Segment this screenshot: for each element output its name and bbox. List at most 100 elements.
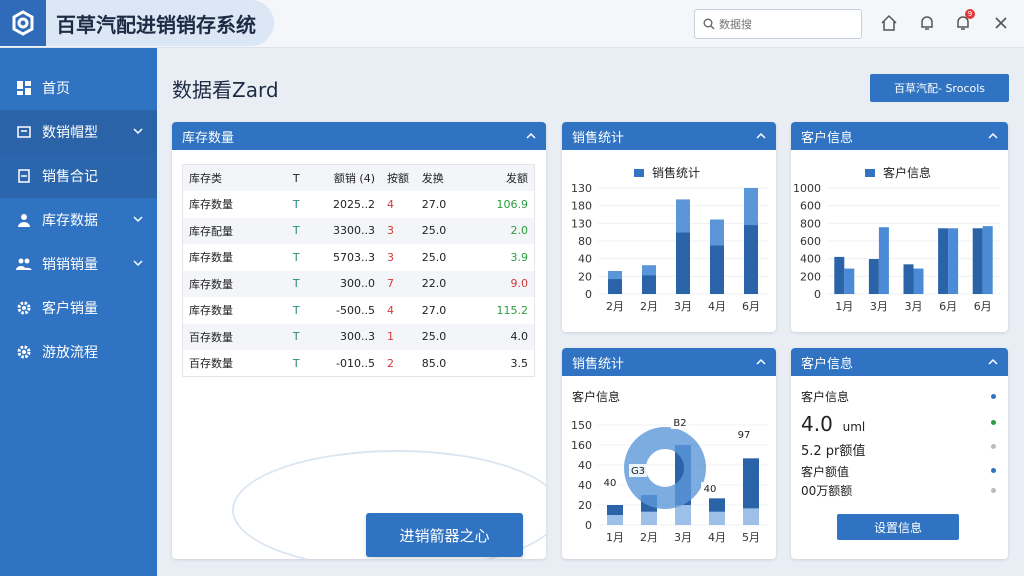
panel-title: 客户信息 [801,356,854,372]
sidebar-item-sales-record[interactable]: 销售合记 [0,154,157,198]
y-tick-label: 150 [571,419,592,432]
brand-button[interactable]: 百草汽配- Srocols [870,74,1009,102]
table-cell: 4 [386,303,394,317]
sidebar-item-customer[interactable]: 客户销量 [0,286,157,330]
table-cell: 5703..3 [332,250,375,264]
y-tick-label: 600 [800,200,821,213]
inventory-panel: 库存数量 库存类 T 额销 (4) 按额 发换 发额 库存数量 T 2025..2 4… [172,122,546,559]
col-header[interactable]: T [287,165,316,192]
center-action-button[interactable]: 进销箭器之心 [366,513,523,557]
x-tick-label: 2月 [640,531,658,544]
bar [878,227,889,294]
table-row[interactable]: 库存数量 T 2025..2 4 27.0 106.9 [183,191,535,218]
info-label: 客户信息 [801,390,850,404]
table-cell: 27.0 [421,197,447,211]
user-icon [16,212,32,228]
customer-info-panel-2: 客户信息 客户信息 4.0 uml 5.2 pr额值 客户额值 00万额额 设置… [791,348,1008,559]
data-label: 40 [704,484,717,495]
x-tick-label: 2月 [640,300,658,313]
table-cell: 27.0 [421,303,447,317]
table-cell: T [292,303,300,317]
x-tick-label: 5月 [742,531,760,544]
table-cell: 3 [386,250,394,264]
col-header[interactable]: 额销 (4) [316,165,381,192]
table-row[interactable]: 库存数量 T 300..0 7 22.0 9.0 [182,270,535,297]
sidebar-item-workflow[interactable]: 游放流程 [0,330,157,374]
page-title: 数据看Zard [172,78,279,102]
y-tick-label: 20 [578,499,592,512]
col-header[interactable]: 按额 [381,165,416,192]
y-tick-label: 20 [578,270,592,283]
table-row[interactable]: 库存数量 T 5703..3 3 25.0 3.9 [183,244,535,271]
x-tick-label: 4月 [708,531,726,544]
sidebar-item-label: 销销销量 [42,257,98,273]
table-row[interactable]: 库存配量 T 3300..3 3 25.0 2.0 [182,217,535,244]
table-cell: T [292,250,300,264]
table-cell: 25.0 [421,250,447,264]
table-cell: 2.0 [510,224,529,238]
col-header[interactable]: 发额 [475,165,534,192]
alert-bell-icon[interactable]: 9 [952,9,975,34]
col-header[interactable]: 发换 [416,165,475,192]
sidebar-item-label: 客户销量 [42,301,98,317]
data-label: B2 [673,418,686,429]
table-cell: 22.0 [421,277,447,291]
settings-icon [16,344,32,360]
sidebar-item-sales-volume[interactable]: 销销销量 [0,242,157,286]
chevron-down-icon [133,124,143,140]
sidebar-item-home[interactable]: 首页 [0,66,157,110]
table-cell: 库存数量 [189,277,233,291]
sidebar-item-label: 库存数据 [42,213,98,229]
sidebar-item-inventory[interactable]: 库存数据 [0,198,157,242]
table-cell: 25.0 [421,224,447,238]
data-label: 40 [604,478,617,489]
table-cell: 3300..3 [332,224,375,238]
y-tick-label: 180 [571,200,592,213]
y-tick-label: 200 [800,270,821,283]
chevron-up-icon[interactable] [756,130,766,145]
dashboard-icon [16,80,32,96]
folder-icon [16,124,32,140]
table-cell: 库存数量 [189,304,233,318]
chevron-up-icon[interactable] [756,356,766,371]
y-tick-label: 40 [578,253,592,266]
users-icon [16,256,32,272]
data-label: 97 [738,430,751,441]
table-row[interactable]: 百存数量 T 300..3 1 25.0 4.0 [182,323,535,350]
bar [675,505,691,525]
home-icon[interactable] [878,12,900,34]
table-cell: 300..0 [339,277,375,291]
search-input[interactable] [719,17,849,31]
x-tick-label: 3月 [870,300,888,313]
y-tick-label: 40 [578,479,592,492]
table-cell: 3 [386,224,394,238]
sidebar-item-models[interactable]: 数销帽型 [0,110,157,154]
search-box[interactable] [694,9,862,39]
table-header-row: 库存类 T 额销 (4) 按额 发换 发额 [182,164,535,192]
chevron-up-icon[interactable] [988,356,998,371]
table-row[interactable]: 库存数量 T -500..5 4 27.0 115.2 [183,297,535,324]
sidebar-item-label: 销售合记 [42,169,98,185]
bar [607,515,623,525]
bar [938,228,949,294]
table-cell: 库存数量 [189,198,233,212]
bell-icon[interactable] [916,12,938,34]
chevron-up-icon[interactable] [988,130,998,145]
col-header[interactable]: 库存类 [183,165,287,192]
panel-header: 销售统计 [562,122,776,150]
table-cell: 9.0 [510,277,529,291]
x-tick-label: 3月 [674,531,692,544]
app-title: 百草汽配进销销存系统 [46,0,274,46]
table-row[interactable]: 百存数量 T -010..5 2 85.0 3.5 [183,350,535,377]
settings-info-button[interactable]: 设置信息 [837,514,959,540]
bar [972,228,983,294]
bar [844,268,855,294]
status-dot [991,420,996,425]
table-cell: T [292,197,300,211]
close-icon[interactable] [990,12,1012,34]
sales-bar-chart: 0 20 40 80 130 180 130 2月 2月 3月 4月 6月 [571,182,768,313]
chevron-up-icon[interactable] [526,130,536,145]
panel-title: 库存数量 [182,130,235,146]
panel-header: 客户信息 [791,122,1008,150]
bar [903,264,914,294]
